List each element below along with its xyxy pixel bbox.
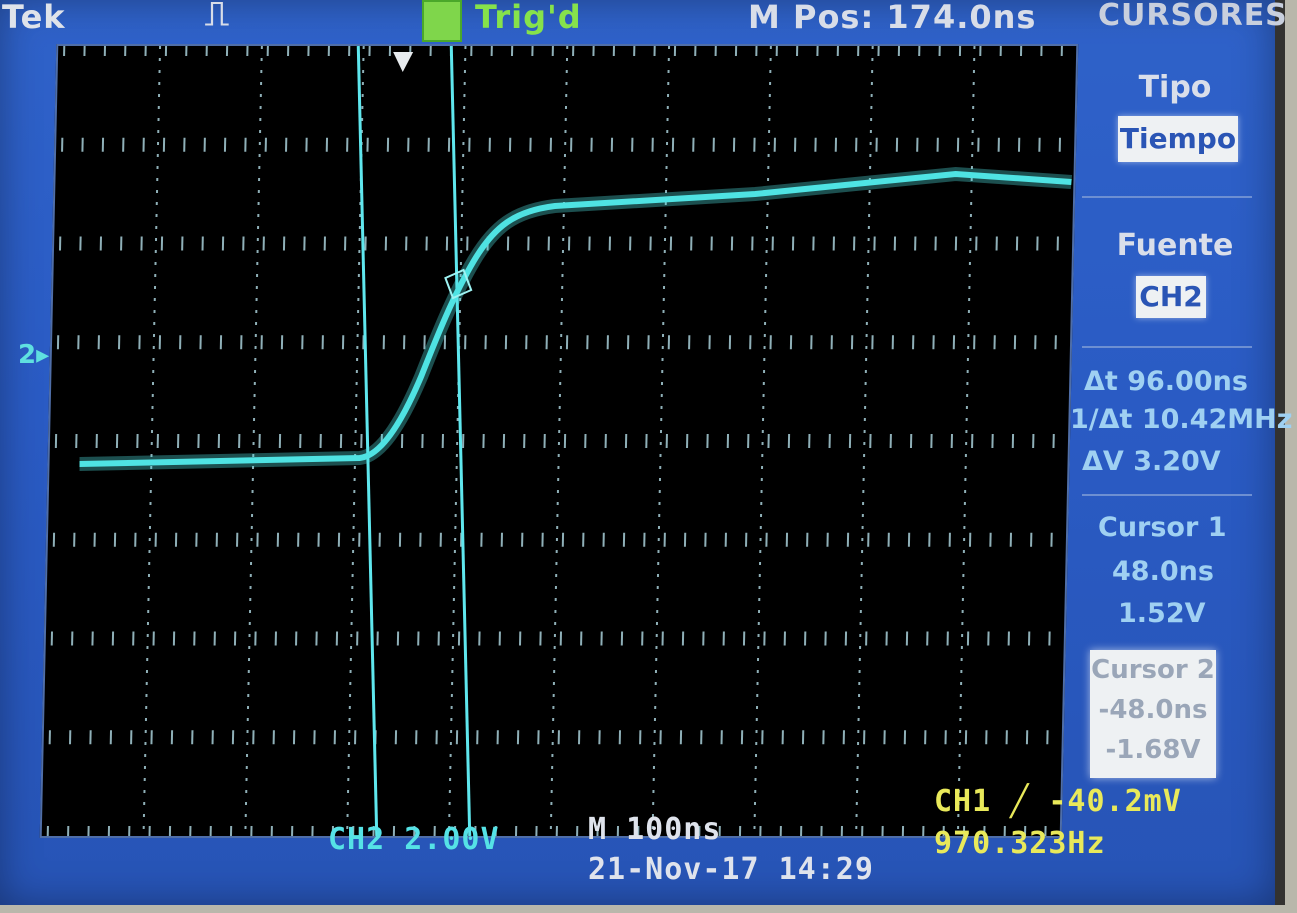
- brand-logo: Tek: [2, 0, 66, 36]
- type-label: Tipo: [1138, 70, 1212, 105]
- waveform-display: [39, 44, 1079, 838]
- menu-title: CURSORES: [1098, 0, 1288, 33]
- cursor-1-label[interactable]: Cursor 1: [1098, 512, 1226, 543]
- cursor-2-label: Cursor 2: [1091, 655, 1215, 685]
- horizontal-position-readout: M Pos: 174.0ns: [748, 0, 1037, 36]
- trigger-position-marker: [393, 52, 414, 72]
- source-selector-button[interactable]: CH2: [1136, 276, 1206, 318]
- source-label: Fuente: [1116, 228, 1234, 263]
- graticule: [46, 46, 1073, 836]
- timebase-readout: M 100ns: [588, 812, 722, 847]
- ch2-ground-marker: 2▸: [18, 340, 50, 370]
- delta-time-readout: Δt 96.00ns: [1084, 366, 1248, 397]
- run-status-label: Trig'd: [475, 0, 582, 36]
- ch2-vertical-scale: CH2 2.00V: [328, 822, 500, 857]
- ch2-waveform-trace: [79, 170, 1072, 467]
- trigger-readout: CH1 ╱ -40.2mV: [934, 784, 1182, 819]
- oscilloscope-screen: Tek ⎍ Trig'd M Pos: 174.0ns CURSORES 2▸ …: [0, 0, 1292, 905]
- menu-divider: [1082, 494, 1252, 496]
- date-time-readout: 21-Nov-17 14:29: [588, 852, 874, 887]
- run-status-indicator: [422, 0, 462, 42]
- cursor-2-voltage: -1.68V: [1105, 735, 1201, 765]
- cursor-1-voltage: 1.52V: [1118, 598, 1206, 629]
- type-selector-button[interactable]: Tiempo: [1118, 116, 1238, 162]
- menu-divider: [1082, 196, 1252, 198]
- cursor-2-button[interactable]: Cursor 2 -48.0ns -1.68V: [1090, 650, 1216, 778]
- trigger-type-icon: ⎍: [205, 0, 230, 34]
- cursor-2-time: -48.0ns: [1098, 695, 1208, 725]
- delta-voltage-readout: ΔV 3.20V: [1082, 446, 1221, 477]
- trigger-frequency-readout: 970.323Hz: [934, 826, 1106, 861]
- inverse-delta-time-readout: 1/Δt 10.42MHz: [1070, 404, 1293, 435]
- cursor-1-time: 48.0ns: [1112, 556, 1214, 587]
- menu-divider: [1082, 346, 1252, 348]
